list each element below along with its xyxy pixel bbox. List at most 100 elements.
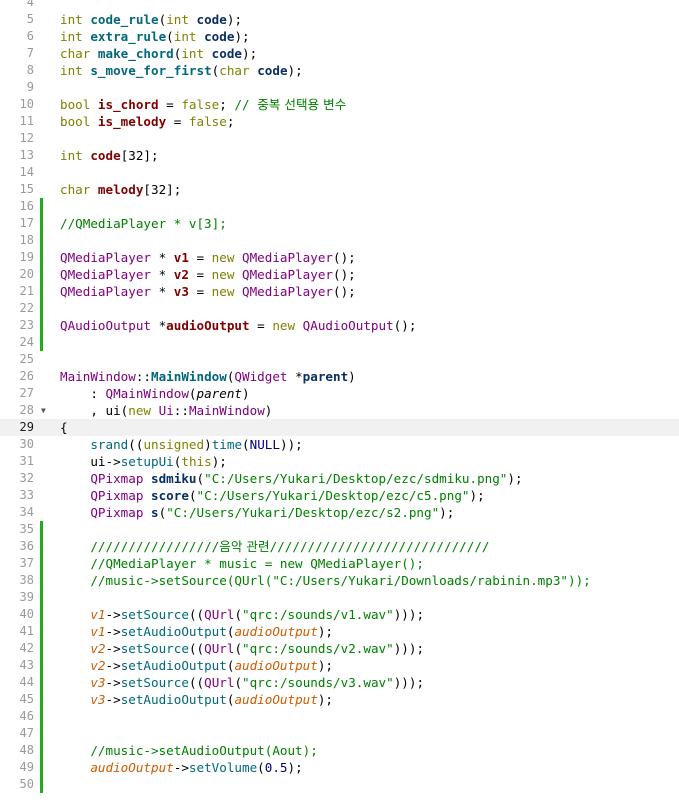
code-token: { — [60, 420, 68, 435]
code-line[interactable]: 27 : QMainWindow(parent) — [0, 385, 679, 402]
code-token: ( — [242, 437, 250, 452]
code-line[interactable]: 42 v2->setSource((QUrl("qrc:/sounds/v2.w… — [0, 640, 679, 657]
code-line[interactable]: 50 — [0, 776, 679, 793]
code-line[interactable]: 48 //music->setAudioOutput(Aout); — [0, 742, 679, 759]
code-line[interactable]: 41 v1->setAudioOutput(audioOutput); — [0, 623, 679, 640]
code-text: QPixmap score("C:/Users/Yukari/Desktop/e… — [60, 487, 484, 504]
code-line[interactable]: 6 int extra_rule(int code); — [0, 28, 679, 45]
change-marker — [40, 266, 43, 283]
code-line[interactable]: 22 — [0, 300, 679, 317]
code-token: QWidget — [234, 369, 288, 384]
change-marker — [40, 249, 43, 266]
code-line[interactable]: 39 — [0, 589, 679, 606]
code-token: * — [151, 318, 167, 333]
code-token: v1 — [90, 607, 106, 622]
code-token: setAudioOutput — [120, 624, 227, 639]
code-line[interactable]: 21 QMediaPlayer * v3 = new QMediaPlayer()… — [0, 283, 679, 300]
fold-arrow-icon[interactable]: ▼ — [41, 406, 46, 415]
code-line[interactable]: 26 MainWindow::MainWindow(QWidget *parent… — [0, 368, 679, 385]
code-line[interactable]: 37 //QMediaPlayer * music = new QMediaPl… — [0, 555, 679, 572]
code-token: ); — [242, 46, 258, 61]
code-token: audioOutput — [234, 624, 318, 639]
code-line[interactable]: 31 ui->setupUi(this); — [0, 453, 679, 470]
code-line[interactable]: 9 — [0, 79, 679, 96]
code-line[interactable]: 7 char make_chord(int code); — [0, 45, 679, 62]
code-line[interactable]: 45 v3->setAudioOutput(audioOutput); — [0, 691, 679, 708]
code-token: //music->setAudioOutput(Aout); — [90, 743, 318, 758]
code-line[interactable]: 36 /////////////////음악 관련///////////////… — [0, 538, 679, 555]
code-line[interactable]: 19 QMediaPlayer * v1 = new QMediaPlayer()… — [0, 249, 679, 266]
code-token: (( — [188, 607, 205, 622]
code-line[interactable]: 24 — [0, 334, 679, 351]
code-text: srand((unsigned)time(NULL)); — [60, 436, 302, 453]
code-line[interactable]: 25 — [0, 351, 679, 368]
code-line[interactable]: 14 — [0, 164, 679, 181]
code-line[interactable]: 20 QMediaPlayer * v2 = new QMediaPlayer()… — [0, 266, 679, 283]
code-token: ); — [439, 505, 455, 520]
code-line[interactable]: 44 v3->setSource((QUrl("qrc:/sounds/v3.w… — [0, 674, 679, 691]
line-number: 41 — [19, 624, 34, 638]
code-line[interactable]: 40 v1->setSource((QUrl("qrc:/sounds/v1.w… — [0, 606, 679, 623]
code-line[interactable]: 17 //QMediaPlayer * v[3]; — [0, 215, 679, 232]
code-line[interactable]: 4 — [0, 0, 679, 11]
code-line[interactable]: 47 — [0, 725, 679, 742]
code-line[interactable]: 30 srand((unsigned)time(NULL)); — [0, 436, 679, 453]
code-line[interactable]: 18 — [0, 232, 679, 249]
code-line[interactable]: 28 ▼ , ui(new Ui::MainWindow) — [0, 402, 679, 419]
change-marker — [40, 776, 43, 793]
code-token: v3 — [90, 675, 106, 690]
code-line[interactable]: 32 QPixmap sdmiku("C:/Users/Yukari/Deskt… — [0, 470, 679, 487]
code-line[interactable]: 35 — [0, 521, 679, 538]
code-token: , — [60, 403, 106, 418]
code-line[interactable]: 15 char melody[32]; — [0, 181, 679, 198]
line-number: 42 — [19, 641, 34, 655]
code-token: sdmiku — [151, 471, 197, 486]
code-token: v1 — [90, 624, 106, 639]
code-token: ( — [188, 386, 197, 401]
code-token: QPixmap — [90, 488, 144, 503]
code-editor[interactable]: 4 5 int code_rule(int code); 6 int extra_rul… — [0, 0, 679, 802]
line-number: 49 — [19, 760, 34, 774]
change-marker — [40, 725, 43, 742]
code-line[interactable]: 43 v2->setAudioOutput(audioOutput); — [0, 657, 679, 674]
code-token: ///////////////// — [90, 539, 220, 554]
code-token: ui — [90, 454, 106, 469]
code-token: [32]; — [120, 148, 159, 163]
line-number: 38 — [19, 573, 34, 587]
code-token: 중복 선택용 변수 — [257, 97, 347, 112]
code-token: int — [60, 63, 91, 78]
code-line[interactable]: 23 QAudioOutput *audioOutput = new QAudio… — [0, 317, 679, 334]
code-token: ( — [234, 607, 243, 622]
code-token: (); — [393, 318, 417, 333]
code-line[interactable]: 8 int s_move_for_first(char code); — [0, 62, 679, 79]
code-text: v2->setAudioOutput(audioOutput); — [60, 657, 333, 674]
line-number: 15 — [19, 182, 34, 196]
code-line[interactable]: 33 QPixmap score("C:/Users/Yukari/Deskto… — [0, 487, 679, 504]
code-line[interactable]: 16 — [0, 198, 679, 215]
change-marker — [40, 283, 43, 300]
code-token: setSource — [120, 675, 189, 690]
code-token: ( — [166, 29, 174, 44]
code-line[interactable]: 13 int code[32]; — [0, 147, 679, 164]
line-number: 35 — [19, 522, 34, 536]
line-number: 48 — [19, 743, 34, 757]
code-text: char melody[32]; — [60, 181, 181, 198]
code-line[interactable]: 11 bool is_melody = false; — [0, 113, 679, 130]
line-number: 11 — [19, 114, 34, 128]
code-line[interactable]: 29 { — [0, 419, 679, 436]
code-token: v2 — [173, 267, 189, 282]
code-token: MainWindow — [188, 403, 265, 418]
code-line[interactable]: 49 audioOutput->setVolume(0.5); — [0, 759, 679, 776]
line-number: 31 — [19, 454, 34, 468]
code-line[interactable]: 38 //music->setSource(QUrl("C:/Users/Yuk… — [0, 572, 679, 589]
code-line[interactable]: 10 bool is_chord = false; // 중복 선택용 변수 — [0, 96, 679, 113]
code-line[interactable]: 5 int code_rule(int code); — [0, 11, 679, 28]
code-text: v1->setSource((QUrl("qrc:/sounds/v1.wav"… — [60, 606, 424, 623]
code-line[interactable]: 34 QPixmap s("C:/Users/Yukari/Desktop/ez… — [0, 504, 679, 521]
code-token: unsigned — [143, 437, 205, 452]
code-line[interactable]: 12 — [0, 130, 679, 147]
code-line[interactable]: 46 — [0, 708, 679, 725]
